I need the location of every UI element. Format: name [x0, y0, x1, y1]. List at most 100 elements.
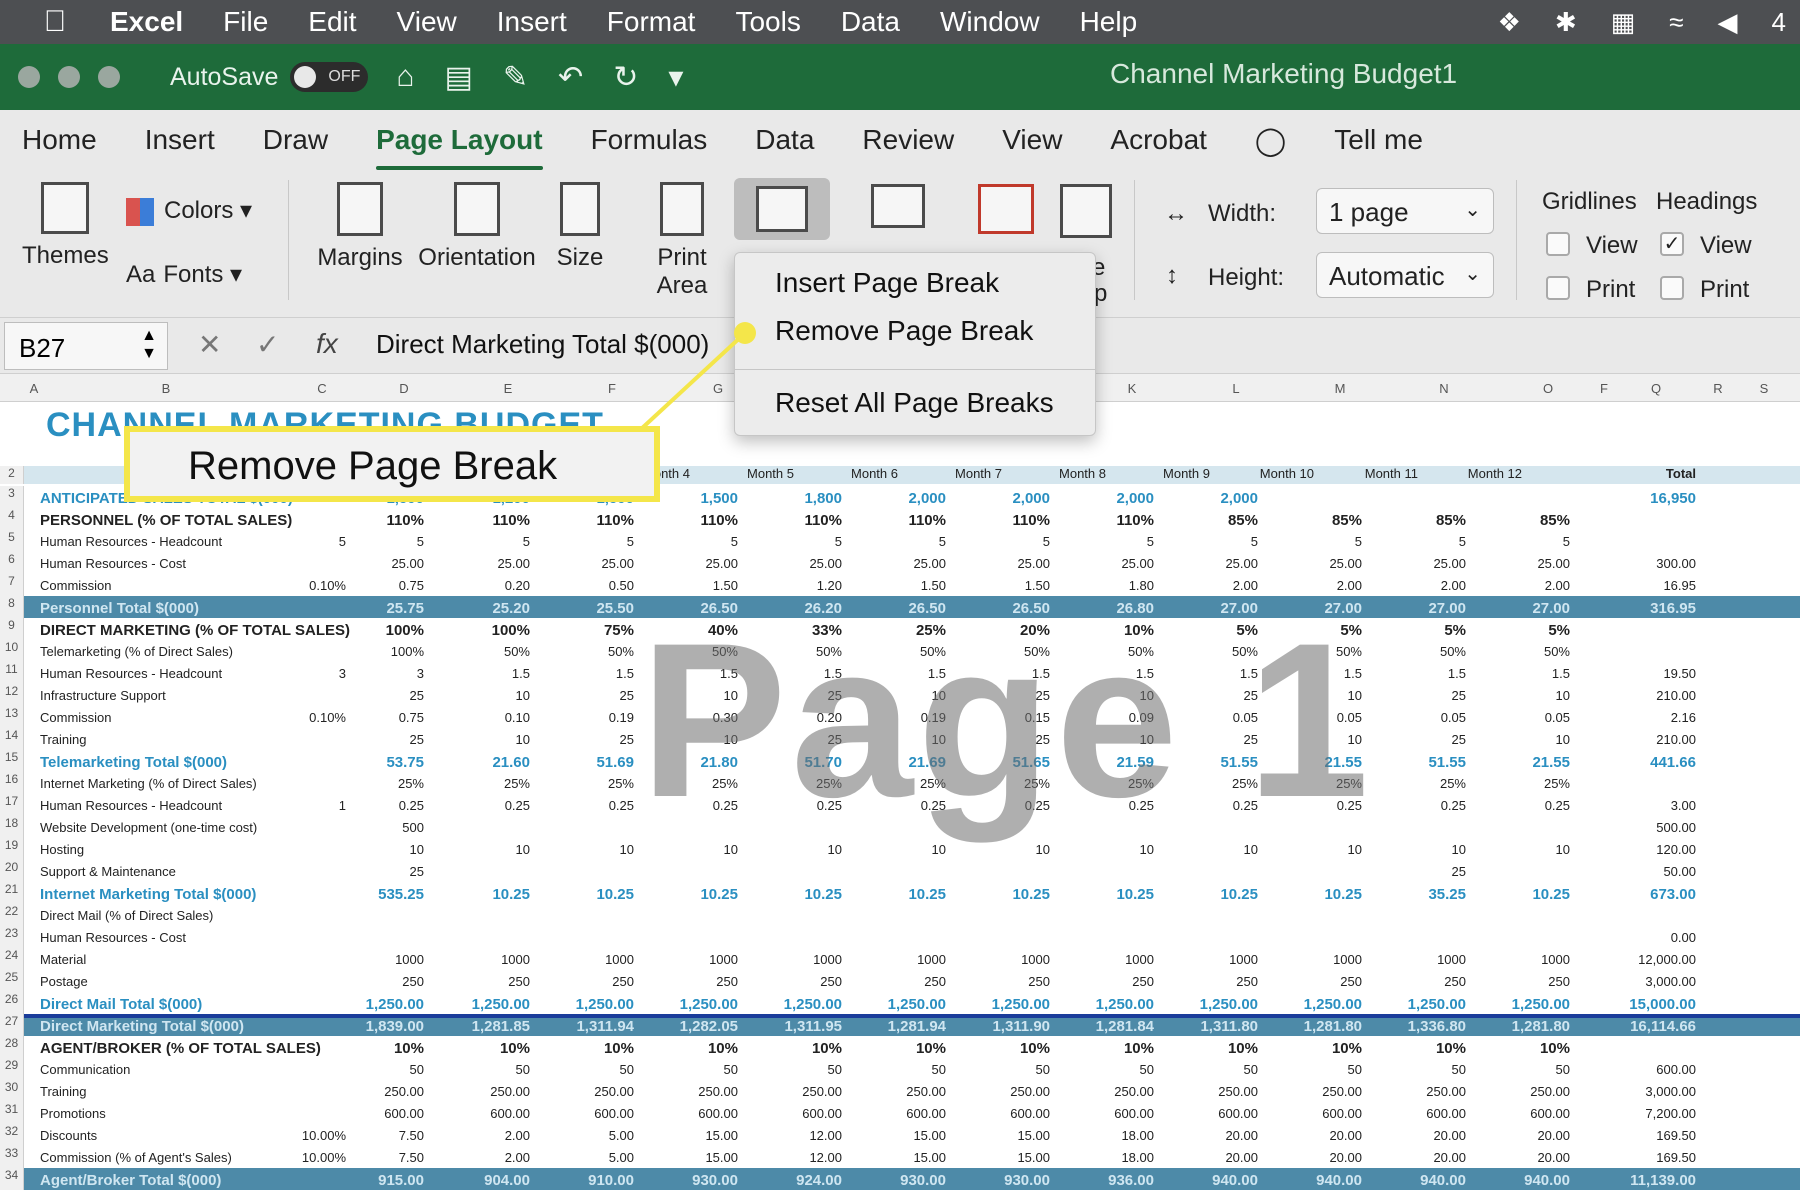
value-cell[interactable]: 535.25: [334, 886, 424, 903]
column-header-e[interactable]: E: [478, 381, 538, 396]
menu-insert[interactable]: Insert: [497, 6, 567, 38]
value-cell[interactable]: 15.00: [648, 1128, 738, 1143]
value-cell[interactable]: 20.00: [1480, 1128, 1570, 1143]
value-cell[interactable]: 10%: [1064, 1040, 1154, 1057]
value-cell[interactable]: 1000: [440, 952, 530, 967]
table-row[interactable]: 32 Discounts 10.00% 7.50 2.00 5.00 15.00 12.00 1…: [0, 1124, 1800, 1146]
value-cell[interactable]: 250.00: [960, 1084, 1050, 1099]
total-cell[interactable]: 600.00: [1604, 1062, 1696, 1077]
value-cell[interactable]: 10.25: [1064, 886, 1154, 903]
value-cell[interactable]: 1,282.05: [648, 1018, 738, 1035]
value-cell[interactable]: 1000: [1064, 952, 1154, 967]
value-cell[interactable]: 10.25: [1168, 886, 1258, 903]
value-cell[interactable]: 10.25: [544, 886, 634, 903]
value-cell[interactable]: 10: [1480, 842, 1570, 857]
table-row[interactable]: 28 AGENT/BROKER (% OF TOTAL SALES) 10% 10% 1…: [0, 1036, 1800, 1058]
value-cell[interactable]: 25: [1376, 688, 1466, 703]
width-select[interactable]: 1 page ⌄: [1316, 188, 1494, 234]
tab-tell-me[interactable]: Tell me: [1334, 118, 1423, 162]
value-cell[interactable]: 15.00: [960, 1150, 1050, 1165]
value-cell[interactable]: 50: [1480, 1062, 1570, 1077]
value-cell[interactable]: 250: [960, 974, 1050, 989]
table-row[interactable]: 23 Human Resources - Cost 0.00: [0, 926, 1800, 948]
tab-home[interactable]: Home: [22, 118, 97, 162]
value-cell[interactable]: 250.00: [1168, 1084, 1258, 1099]
colors-button[interactable]: Colors ▾: [126, 196, 266, 226]
value-cell[interactable]: 20.00: [1272, 1128, 1362, 1143]
value-cell[interactable]: 1,839.00: [334, 1018, 424, 1035]
table-row[interactable]: 4 PERSONNEL (% OF TOTAL SALES) 110% 110% 110…: [0, 508, 1800, 530]
value-cell[interactable]: 1000: [752, 952, 842, 967]
value-cell[interactable]: 50%: [440, 644, 530, 659]
value-cell[interactable]: 600.00: [856, 1106, 946, 1121]
value-cell[interactable]: 5: [856, 534, 946, 549]
value-cell[interactable]: 1.20: [752, 578, 842, 593]
total-cell[interactable]: 7,200.00: [1604, 1106, 1696, 1121]
value-cell[interactable]: 35.25: [1376, 886, 1466, 903]
value-cell[interactable]: 27.00: [1376, 600, 1466, 617]
table-row[interactable]: 24 Material 1000 1000 1000 1000 1000 1000 1000 1…: [0, 948, 1800, 970]
value-cell[interactable]: 2,000: [1168, 490, 1258, 507]
value-cell[interactable]: 250: [1168, 974, 1258, 989]
total-cell[interactable]: 16,950: [1604, 490, 1696, 507]
value-cell[interactable]: 1,250.00: [856, 996, 946, 1013]
gridlines-view-checkbox[interactable]: [1546, 232, 1570, 256]
breaks-button[interactable]: [734, 178, 830, 240]
apple-icon[interactable]: : [0, 5, 110, 39]
value-cell[interactable]: 110%: [752, 512, 842, 529]
total-cell[interactable]: 19.50: [1604, 666, 1696, 681]
value-cell[interactable]: 250: [648, 974, 738, 989]
total-cell[interactable]: 50.00: [1604, 864, 1696, 879]
value-cell[interactable]: 1,250.00: [440, 996, 530, 1013]
value-cell[interactable]: 20.00: [1376, 1150, 1466, 1165]
value-cell[interactable]: 15.00: [960, 1128, 1050, 1143]
value-cell[interactable]: 15.00: [856, 1150, 946, 1165]
value-cell[interactable]: 1.5: [440, 666, 530, 681]
table-row[interactable]: 33 Commission (% of Agent's Sales) 10.00% 7…: [0, 1146, 1800, 1168]
value-cell[interactable]: 50: [1376, 1062, 1466, 1077]
value-cell[interactable]: 21.55: [1480, 754, 1570, 771]
value-cell[interactable]: 1,800: [752, 490, 842, 507]
value-cell[interactable]: 1,250.00: [752, 996, 842, 1013]
value-cell[interactable]: 25.50: [544, 600, 634, 617]
stepper-icon[interactable]: ▲ ▼: [141, 327, 157, 363]
value-cell[interactable]: 0.25: [1376, 798, 1466, 813]
value-cell[interactable]: 250.00: [1480, 1084, 1570, 1099]
value-cell[interactable]: 10: [1480, 688, 1570, 703]
tab-acrobat[interactable]: Acrobat: [1110, 118, 1207, 162]
value-cell[interactable]: 904.00: [440, 1172, 530, 1189]
total-cell[interactable]: 15,000.00: [1604, 996, 1696, 1013]
value-cell[interactable]: 25: [334, 688, 424, 703]
value-cell[interactable]: 600.00: [440, 1106, 530, 1121]
headings-print-checkbox[interactable]: [1660, 276, 1684, 300]
value-cell[interactable]: 12.00: [752, 1128, 842, 1143]
value-cell[interactable]: 600.00: [752, 1106, 842, 1121]
value-cell[interactable]: 10.25: [1272, 886, 1362, 903]
table-row[interactable]: 21 Internet Marketing Total $(000) 535.25 1…: [0, 882, 1800, 904]
value-cell[interactable]: 930.00: [648, 1172, 738, 1189]
value-cell[interactable]: 10%: [440, 1040, 530, 1057]
value-cell[interactable]: 51.55: [1376, 754, 1466, 771]
value-cell[interactable]: 15.00: [856, 1128, 946, 1143]
value-cell[interactable]: 600.00: [648, 1106, 738, 1121]
confirm-icon[interactable]: ✓: [256, 328, 279, 361]
value-cell[interactable]: 53.75: [334, 754, 424, 771]
value-cell[interactable]: 85%: [1376, 512, 1466, 529]
value-cell[interactable]: 910.00: [544, 1172, 634, 1189]
value-cell[interactable]: 12.00: [752, 1150, 842, 1165]
total-cell[interactable]: 3.00: [1604, 798, 1696, 813]
total-cell[interactable]: 16.95: [1604, 578, 1696, 593]
arrange-button[interactable]: [1056, 184, 1116, 246]
value-cell[interactable]: 50: [544, 1062, 634, 1077]
value-cell[interactable]: 25.00: [1272, 556, 1362, 571]
column-header-f[interactable]: F: [582, 381, 642, 396]
value-cell[interactable]: 50%: [544, 644, 634, 659]
headings-view-checkbox[interactable]: ✓: [1660, 232, 1684, 256]
column-header-a[interactable]: A: [4, 381, 64, 396]
value-cell[interactable]: 10%: [752, 1040, 842, 1057]
value-cell[interactable]: 5.00: [544, 1150, 634, 1165]
value-cell[interactable]: 7.50: [334, 1128, 424, 1143]
total-cell[interactable]: 2.16: [1604, 710, 1696, 725]
value-cell[interactable]: 110%: [1064, 512, 1154, 529]
tab-review[interactable]: Review: [862, 118, 954, 162]
